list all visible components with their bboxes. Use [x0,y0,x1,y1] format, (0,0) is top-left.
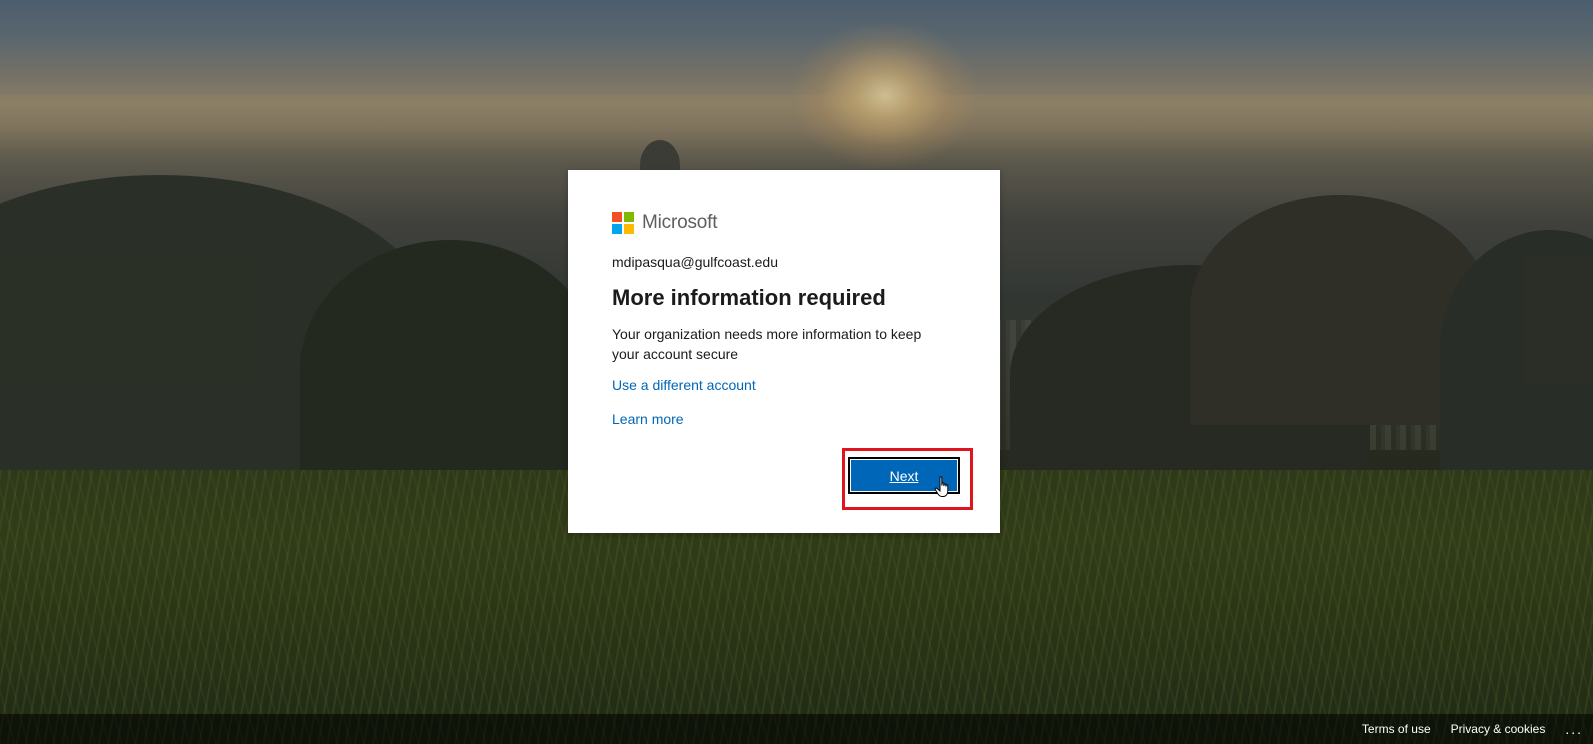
brand-header: Microsoft [612,210,956,236]
terms-of-use-link[interactable]: Terms of use [1362,722,1431,736]
hand-pointer-icon [934,476,949,497]
footer-bar: Terms of use Privacy & cookies ... [0,714,1593,744]
privacy-cookies-link[interactable]: Privacy & cookies [1451,722,1546,736]
microsoft-logo-icon [612,212,634,234]
use-different-account-link[interactable]: Use a different account [612,375,956,395]
logo-square-green [624,212,634,222]
learn-more-link[interactable]: Learn more [612,409,956,429]
logo-square-red [612,212,622,222]
page-title: More information required [612,285,886,310]
logo-square-blue [612,224,622,234]
next-button-highlight: Next [842,448,973,510]
account-identity: mdipasqua@gulfcoast.edu [612,254,778,270]
description-text: Your organization needs more information… [612,326,922,362]
sign-in-card: Microsoft mdipasqua@gulfcoast.edu More i… [568,170,1000,533]
logo-square-yellow [624,224,634,234]
brand-name: Microsoft [642,212,718,233]
ellipsis-icon[interactable]: ... [1565,722,1583,736]
